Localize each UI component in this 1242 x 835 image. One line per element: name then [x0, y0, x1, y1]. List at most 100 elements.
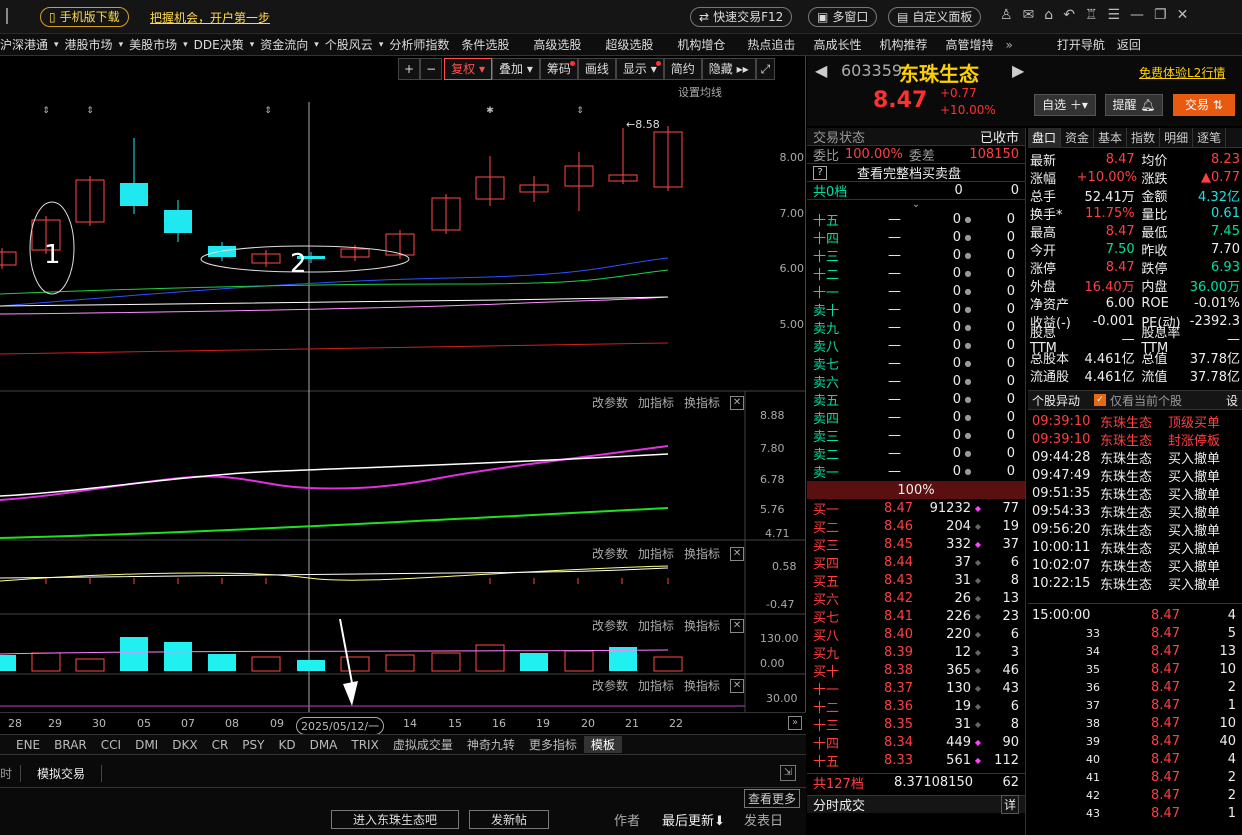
- ind3-close-icon[interactable]: ✕: [730, 618, 745, 633]
- sell-level[interactable]: 十三 —0 ● 0: [807, 246, 1025, 265]
- nav-hot[interactable]: 热点追击: [731, 34, 801, 56]
- ind3-add[interactable]: 加指标: [638, 617, 674, 634]
- home-icon[interactable]: ⌂: [1044, 7, 1053, 23]
- indicator-tab[interactable]: TRIX: [344, 738, 385, 752]
- tab-1[interactable]: 资金: [1061, 127, 1095, 148]
- buy-level[interactable]: 买二 8.46 204 ◆ 19: [807, 517, 1025, 536]
- scroll-right-icon[interactable]: »: [788, 716, 802, 730]
- col-post-date[interactable]: 发表日: [744, 810, 783, 829]
- buy-level[interactable]: 买十 8.38 365 ◆ 46: [807, 661, 1025, 680]
- indicator-tab[interactable]: PSY: [235, 738, 271, 752]
- buy-level[interactable]: 买一 8.47 91232 ◆ 77: [807, 499, 1025, 518]
- sell-level[interactable]: 卖三 —0 ● 0: [807, 426, 1025, 445]
- nav-rec[interactable]: 机构推荐: [867, 34, 933, 56]
- col-last-update[interactable]: 最后更新⬇: [662, 810, 725, 829]
- ind4-param[interactable]: 改参数: [592, 677, 628, 694]
- minimize-icon[interactable]: —: [1130, 7, 1144, 23]
- indicator-tab[interactable]: 模板: [583, 736, 622, 753]
- nav-open[interactable]: 打开导航: [1019, 34, 1111, 56]
- enter-forum-button[interactable]: 进入东珠生态吧: [331, 810, 459, 829]
- nav-super[interactable]: 超级选股: [587, 34, 659, 56]
- close-icon[interactable]: ✕: [1177, 7, 1189, 23]
- ind2-add[interactable]: 加指标: [638, 545, 674, 562]
- sell-level[interactable]: 十二 —0 ● 0: [807, 264, 1025, 283]
- ind1-param[interactable]: 改参数: [592, 394, 628, 411]
- buy-level[interactable]: 买八 8.40 220 ◆ 6: [807, 625, 1025, 644]
- indicator-tab[interactable]: DMI: [128, 738, 165, 752]
- next-stock-icon[interactable]: ▶: [1012, 61, 1024, 80]
- multi-window-button[interactable]: ▣ 多窗口: [808, 7, 878, 27]
- view-more-button[interactable]: 查看更多: [744, 789, 801, 808]
- ind1-add[interactable]: 加指标: [638, 394, 674, 411]
- tick-trades-tab[interactable]: 分时成交: [813, 795, 865, 814]
- ind2-close-icon[interactable]: ✕: [730, 546, 745, 561]
- indicator-tab[interactable]: CR: [205, 738, 236, 752]
- tab-2[interactable]: 基本: [1094, 127, 1128, 148]
- sell-level[interactable]: 卖六 —0 ● 0: [807, 372, 1025, 391]
- l2-trial-link[interactable]: 免费体验L2行情: [1139, 64, 1225, 81]
- trade-button[interactable]: 交易 ⇅: [1173, 94, 1235, 116]
- sell-level[interactable]: 十四 —0 ● 0: [807, 228, 1025, 247]
- ind3-param[interactable]: 改参数: [592, 617, 628, 634]
- user-icon[interactable]: ♙: [1000, 7, 1013, 23]
- indicator-tab[interactable]: 神奇九转: [460, 736, 522, 753]
- sell-level[interactable]: 卖九 —0 ● 0: [807, 318, 1025, 337]
- buy-level[interactable]: 买九 8.39 12 ◆ 3: [807, 643, 1025, 662]
- buy-level[interactable]: 买六 8.42 26 ◆ 13: [807, 589, 1025, 608]
- buy-level[interactable]: 十四 8.34 449 ◆ 90: [807, 733, 1025, 752]
- yidong-item[interactable]: 09:56:20 东珠生态 买入撤单: [1032, 520, 1238, 539]
- col-author[interactable]: 作者: [614, 810, 640, 829]
- yidong-settings-button[interactable]: 设: [1226, 392, 1238, 409]
- sell-level[interactable]: 卖一 —0 ● 0: [807, 462, 1025, 481]
- indicator-tab[interactable]: 虚拟成交量: [386, 736, 460, 753]
- custom-panel-button[interactable]: ▤ 自定义面板: [888, 7, 982, 27]
- mobile-download-button[interactable]: ▯ 手机版下载: [40, 7, 129, 27]
- nav-hsgt[interactable]: 沪深港通: [0, 34, 54, 56]
- buy-level[interactable]: 买五 8.43 31 ◆ 8: [807, 571, 1025, 590]
- nav-analyst[interactable]: 分析师指数: [383, 34, 455, 56]
- nav-exec[interactable]: 高管增持: [933, 34, 999, 56]
- nav-back[interactable]: 返回: [1111, 34, 1147, 56]
- sell-level[interactable]: 卖七 —0 ● 0: [807, 354, 1025, 373]
- tab-3[interactable]: 指数: [1127, 127, 1161, 148]
- yidong-item[interactable]: 10:22:15 东珠生态 买入撤单: [1032, 574, 1238, 593]
- yidong-item[interactable]: 10:02:07 东珠生态 买入撤单: [1032, 556, 1238, 575]
- sell-level[interactable]: 卖五 —0 ● 0: [807, 390, 1025, 409]
- expand-chevron-icon[interactable]: ⌄: [807, 200, 1025, 210]
- skin-icon[interactable]: ♖: [1085, 7, 1098, 23]
- buy-level[interactable]: 买三 8.45 332 ◆ 37: [807, 535, 1025, 554]
- sell-level[interactable]: 卖四 —0 ● 0: [807, 408, 1025, 427]
- indicator-tab[interactable]: BRAR: [47, 738, 94, 752]
- sell-level[interactable]: 十五 —0 ● 0: [807, 210, 1025, 229]
- indicator-tab[interactable]: CCI: [94, 738, 128, 752]
- ind3-switch[interactable]: 换指标: [684, 617, 720, 634]
- alert-button[interactable]: 提醒 🔔︎: [1105, 94, 1163, 116]
- sell-level[interactable]: 卖十 —0 ● 0: [807, 300, 1025, 319]
- nav-more-icon[interactable]: »: [999, 34, 1018, 56]
- collapse-icon[interactable]: ⇲: [780, 765, 796, 781]
- nav-adv[interactable]: 高级选股: [515, 34, 587, 56]
- tab-trim[interactable]: 时: [0, 764, 22, 782]
- nav-growth[interactable]: 高成长性: [801, 34, 867, 56]
- tab-4[interactable]: 明细: [1160, 127, 1194, 148]
- yidong-item[interactable]: 09:39:10 东珠生态 封涨停板: [1032, 430, 1238, 449]
- nav-hk[interactable]: 港股市场: [59, 34, 119, 56]
- quick-trade-button[interactable]: ⇄ 快速交易F12: [690, 7, 793, 27]
- detail-button[interactable]: 详: [1000, 795, 1019, 814]
- mail-icon[interactable]: ✉: [1023, 7, 1035, 23]
- nav-stock-wind[interactable]: 个股风云: [319, 34, 379, 56]
- tab-sim-trade[interactable]: 模拟交易: [21, 764, 103, 782]
- buy-level[interactable]: 十三 8.35 31 ◆ 8: [807, 715, 1025, 734]
- indicator-tab[interactable]: ENE: [0, 738, 47, 752]
- indicator-tab[interactable]: KD: [271, 738, 302, 752]
- nav-us[interactable]: 美股市场: [123, 34, 183, 56]
- indicator-tab[interactable]: DMA: [303, 738, 345, 752]
- full-book-button[interactable]: ? 查看完整档买卖盘: [807, 164, 1025, 182]
- only-current-checkbox[interactable]: ✓: [1094, 394, 1107, 406]
- yidong-item[interactable]: 10:00:11 东珠生态 买入撤单: [1032, 538, 1238, 557]
- tab-0[interactable]: 盘口: [1028, 127, 1062, 148]
- prev-stock-icon[interactable]: ◀: [815, 61, 827, 80]
- buy-level[interactable]: 买七 8.41 226 ◆ 23: [807, 607, 1025, 626]
- new-post-button[interactable]: 发新帖: [469, 810, 549, 829]
- yidong-title[interactable]: 个股异动: [1032, 392, 1080, 409]
